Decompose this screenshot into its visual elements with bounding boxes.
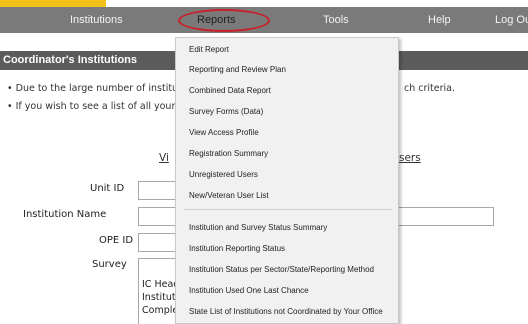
- nav-help[interactable]: Help: [428, 7, 451, 33]
- reports-dropdown-menu: Edit Report Reporting and Review Plan Co…: [175, 37, 399, 324]
- nav-logout[interactable]: Log Out: [495, 7, 528, 33]
- menu-item-used-one-last-chance[interactable]: Institution Used One Last Chance: [189, 286, 309, 295]
- info-line-1-tail: ch criteria.: [404, 83, 455, 94]
- menu-separator: [184, 209, 392, 210]
- menu-item-institution-survey-status[interactable]: Institution and Survey Status Summary: [189, 223, 327, 232]
- info-line-1: • Due to the large number of institu: [7, 83, 179, 94]
- menu-item-unregistered-users[interactable]: Unregistered Users: [189, 170, 258, 179]
- highlight-bar: [0, 0, 106, 7]
- institution-name-label: Institution Name: [23, 209, 107, 220]
- view-link[interactable]: Vi: [159, 152, 169, 164]
- nav-institutions[interactable]: Institutions: [70, 7, 123, 33]
- ope-id-label: OPE ID: [99, 235, 134, 246]
- survey-label: Survey: [92, 259, 127, 270]
- menu-item-registration-summary[interactable]: Registration Summary: [189, 149, 268, 158]
- menu-item-new-veteran-user-list[interactable]: New/Veteran User List: [189, 191, 269, 200]
- institution-name-input[interactable]: [138, 207, 178, 226]
- menu-item-survey-forms[interactable]: Survey Forms (Data): [189, 107, 263, 116]
- menu-item-view-access-profile[interactable]: View Access Profile: [189, 128, 259, 137]
- menu-item-status-per-sector[interactable]: Institution Status per Sector/State/Repo…: [189, 265, 374, 274]
- menu-item-state-list-not-coordinated[interactable]: State List of Institutions not Coordinat…: [189, 307, 383, 316]
- ope-id-input[interactable]: [138, 233, 178, 252]
- menu-item-edit-report[interactable]: Edit Report: [189, 45, 229, 54]
- survey-option[interactable]: IC Head: [142, 279, 179, 290]
- institution-name-input-tail[interactable]: [398, 207, 494, 226]
- unit-id-label: Unit ID: [90, 183, 125, 194]
- section-title: Coordinator's Institutions: [3, 54, 137, 66]
- unit-id-input[interactable]: [138, 181, 178, 200]
- menu-item-institution-reporting-status[interactable]: Institution Reporting Status: [189, 244, 285, 253]
- users-link[interactable]: sers: [399, 152, 421, 164]
- reports-highlight-ring: [178, 9, 270, 32]
- survey-option[interactable]: Instituti: [142, 292, 178, 303]
- nav-tools[interactable]: Tools: [323, 7, 349, 33]
- info-line-2: • If you wish to see a list of all your: [7, 101, 176, 112]
- menu-item-combined-data-report[interactable]: Combined Data Report: [189, 86, 271, 95]
- menu-item-reporting-review-plan[interactable]: Reporting and Review Plan: [189, 65, 286, 74]
